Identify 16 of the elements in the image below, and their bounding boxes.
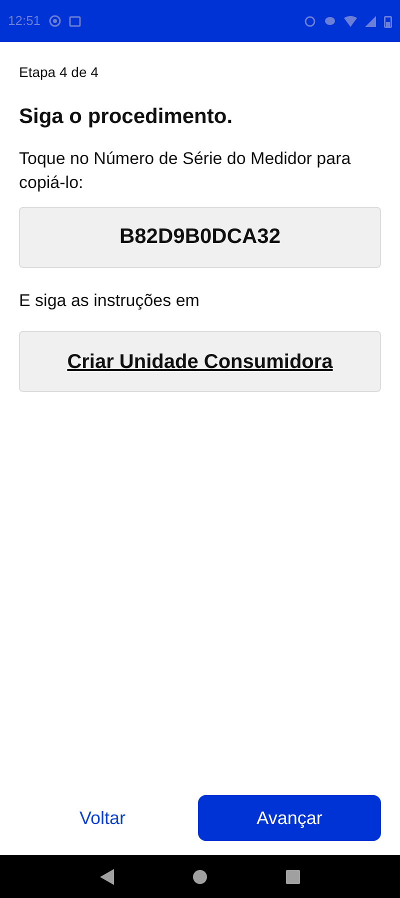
signal-icon xyxy=(365,16,376,26)
wifi-icon xyxy=(344,16,357,26)
follow-text: E siga as instruções em xyxy=(19,290,200,312)
back-icon[interactable] xyxy=(100,868,114,884)
next-button[interactable]: Avançar xyxy=(198,795,381,841)
status-time: 12:51 xyxy=(8,12,41,30)
instruction-text: Toque no Número de Série do Medidor para copiá-lo: xyxy=(19,148,352,194)
recents-icon[interactable] xyxy=(286,870,300,884)
home-icon[interactable] xyxy=(192,870,207,884)
record-icon xyxy=(48,15,61,27)
create-unit-link[interactable]: Criar Unidade Consumidora xyxy=(19,331,381,392)
serial-number-button[interactable]: B82D9B0DCA32 xyxy=(19,206,381,268)
back-button[interactable]: Voltar xyxy=(19,795,186,841)
step-indicator: Etapa 4 de 4 xyxy=(19,63,100,82)
battery-icon xyxy=(384,14,392,28)
page-title: Siga o procedimento. xyxy=(19,104,234,130)
